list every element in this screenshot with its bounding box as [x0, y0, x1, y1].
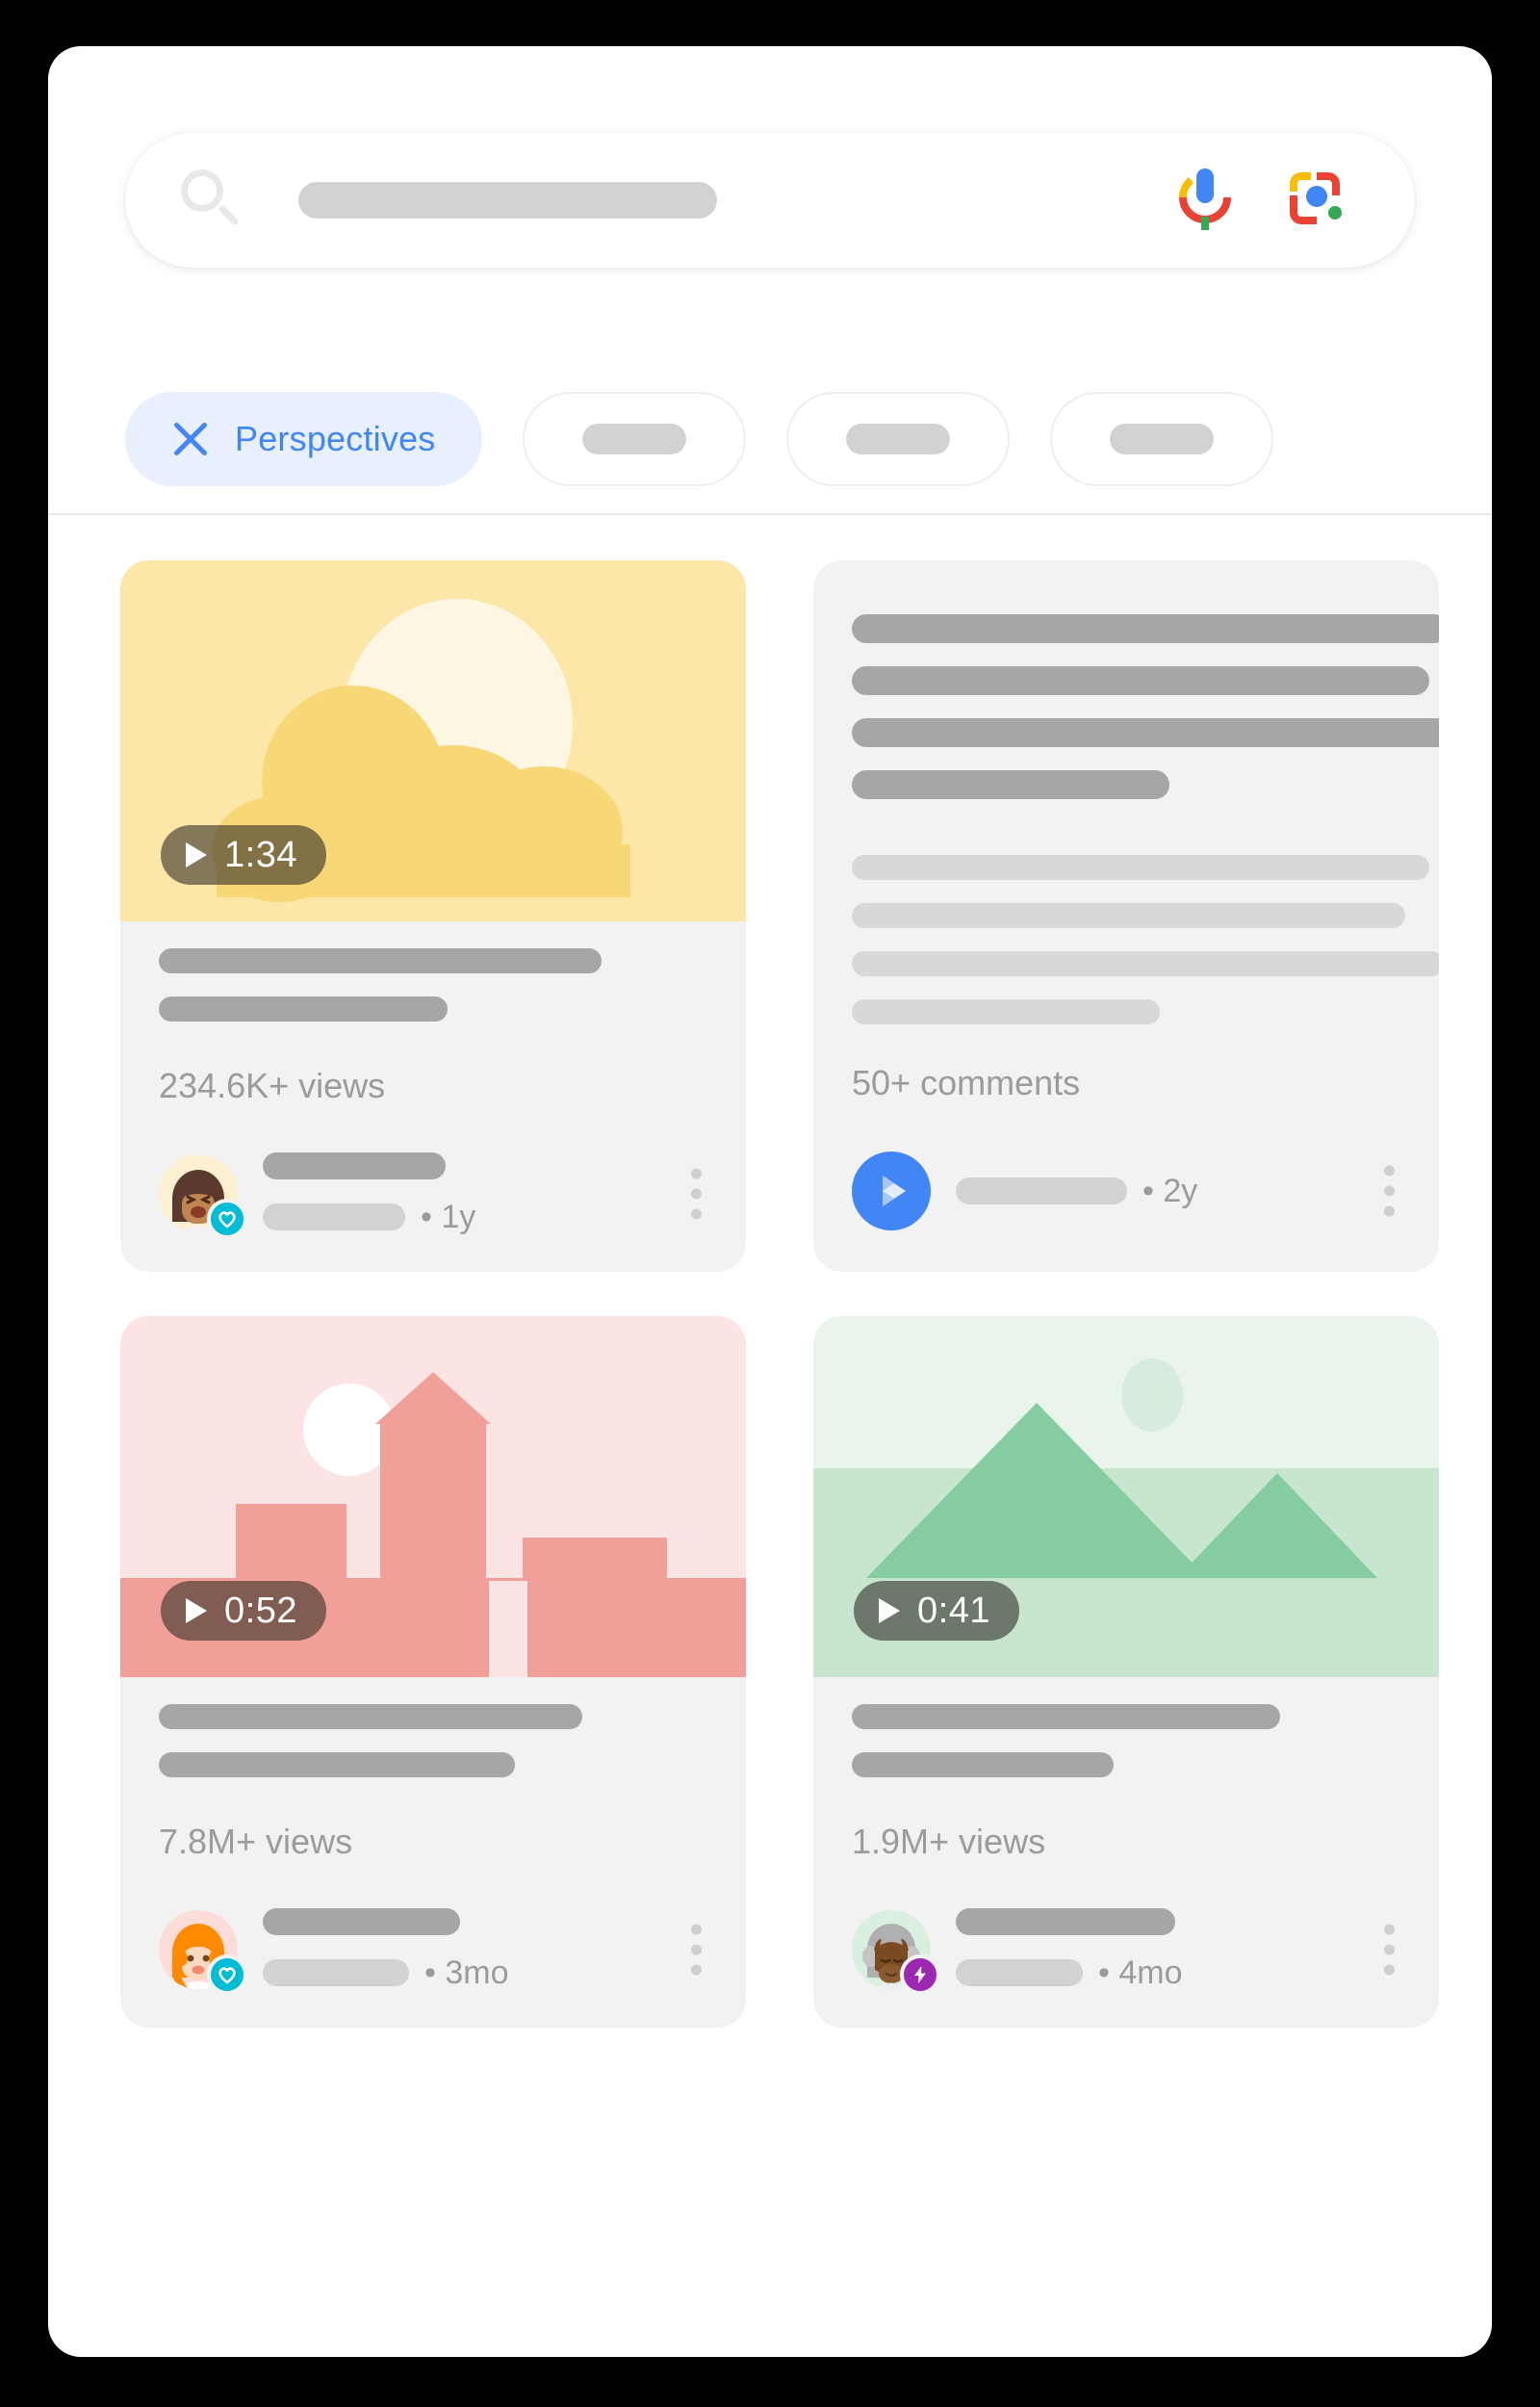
view-count: 234.6K+ views — [159, 1066, 386, 1105]
title-skeleton-line — [159, 1704, 582, 1729]
play-triangle-icon — [186, 1598, 207, 1623]
results-grid: 1:34 234.6K+ views • 1y 50+ comments • 2… — [120, 560, 1439, 2028]
title-skeleton-line — [159, 948, 602, 973]
card-body: 1.9M+ views • 4mo — [813, 1677, 1439, 2028]
play-triangle-icon — [879, 1598, 900, 1623]
avatar[interactable] — [159, 1154, 247, 1239]
video-thumbnail-sun-clouds[interactable]: 1:34 — [120, 560, 746, 921]
video-thumbnail-green-mountains[interactable]: 0:41 — [813, 1316, 1439, 1677]
video-duration-badge: 1:34 — [161, 825, 326, 885]
google-lens-icon[interactable] — [1288, 170, 1348, 230]
text-skeleton-line — [852, 855, 1429, 880]
video-duration-badge: 0:52 — [161, 1581, 326, 1641]
video-duration-text: 0:41 — [917, 1590, 990, 1631]
video-duration-text: 1:34 — [224, 834, 297, 875]
lightning-bolt-badge-icon — [900, 1954, 940, 1995]
card-body: 234.6K+ views • 1y — [120, 921, 746, 1272]
card-timestamp: • 3mo — [424, 1954, 509, 1991]
card-body: 7.8M+ views • 3mo — [120, 1677, 746, 2028]
author-info: • 1y — [263, 1152, 707, 1236]
result-card-video[interactable]: 1:34 234.6K+ views • 1y — [120, 560, 746, 1272]
title-skeleton-line — [852, 1752, 1114, 1777]
chip-perspectives-label: Perspectives — [235, 419, 436, 458]
source-info: • 2y — [956, 1173, 1400, 1210]
text-skeleton-line — [852, 666, 1429, 695]
card-footer: • 3mo — [159, 1906, 707, 1995]
card-footer: • 1y — [159, 1151, 707, 1239]
chip-placeholder-1[interactable] — [522, 392, 746, 486]
video-thumbnail-city-skyline[interactable]: 0:52 — [120, 1316, 746, 1677]
app-panel: Perspectives 1:34 234.6K+ views • 1y 50+… — [48, 46, 1492, 2357]
text-skeleton-line — [852, 614, 1439, 643]
result-card-discussion[interactable]: 50+ comments • 2y — [813, 560, 1439, 1272]
google-feed-play-icon[interactable] — [852, 1152, 931, 1230]
more-vertical-icon[interactable] — [690, 1924, 702, 1976]
more-vertical-icon[interactable] — [1383, 1165, 1395, 1217]
chip-placeholder-bar — [845, 424, 950, 454]
play-triangle-icon — [186, 842, 207, 867]
text-skeleton-line — [852, 718, 1439, 747]
card-timestamp: • 2y — [1142, 1172, 1198, 1209]
text-skeleton-line — [852, 770, 1169, 799]
author-name-skeleton — [956, 1907, 1175, 1935]
search-bar[interactable] — [125, 133, 1415, 268]
title-skeleton-line — [852, 1704, 1280, 1729]
search-bar-container[interactable] — [125, 133, 1415, 268]
search-input[interactable] — [298, 182, 717, 219]
card-footer: • 2y — [852, 1148, 1400, 1234]
author-name-skeleton — [263, 1907, 460, 1935]
header-divider — [48, 513, 1492, 515]
more-vertical-icon[interactable] — [690, 1168, 702, 1220]
author-info: • 3mo — [263, 1907, 707, 1992]
author-name-skeleton — [263, 1152, 446, 1179]
view-count: 7.8M+ views — [159, 1822, 353, 1861]
card-timestamp: • 4mo — [1098, 1954, 1183, 1991]
comment-count: 50+ comments — [852, 1063, 1081, 1102]
video-duration-badge: 0:41 — [854, 1581, 1019, 1641]
chip-placeholder-3[interactable] — [1049, 392, 1273, 486]
author-meta-skeleton — [956, 1959, 1083, 1986]
google-mic-icon[interactable] — [1178, 168, 1232, 232]
author-info: • 4mo — [956, 1907, 1400, 1992]
author-meta-skeleton — [263, 1204, 405, 1230]
chip-placeholder-2[interactable] — [785, 392, 1010, 486]
source-name-skeleton — [956, 1178, 1127, 1204]
chip-perspectives[interactable]: Perspectives — [125, 392, 482, 486]
chip-placeholder-bar — [581, 424, 686, 454]
heart-badge-icon — [207, 1199, 247, 1239]
avatar[interactable] — [852, 1910, 940, 1995]
text-skeleton-line — [852, 903, 1405, 928]
card-timestamp: • 1y — [421, 1198, 476, 1235]
card-footer: • 4mo — [852, 1906, 1400, 1995]
title-skeleton-line — [159, 996, 448, 1022]
filter-chips-row[interactable]: Perspectives — [125, 391, 1273, 487]
more-vertical-icon[interactable] — [1383, 1924, 1395, 1976]
search-icon — [175, 167, 243, 234]
chip-placeholder-bar — [1109, 424, 1214, 454]
title-skeleton-line — [159, 1752, 515, 1777]
text-skeleton-line — [852, 951, 1439, 976]
close-x-icon[interactable] — [171, 420, 210, 458]
avatar[interactable] — [159, 1910, 247, 1995]
author-meta-skeleton — [263, 1959, 409, 1986]
video-duration-text: 0:52 — [224, 1590, 297, 1631]
heart-badge-icon — [207, 1954, 247, 1995]
text-skeleton-line — [852, 999, 1160, 1024]
discussion-text-block: 50+ comments • 2y — [813, 560, 1439, 1269]
view-count: 1.9M+ views — [852, 1822, 1046, 1861]
result-card-video[interactable]: 0:41 1.9M+ views • 4mo — [813, 1316, 1439, 2028]
result-card-video[interactable]: 0:52 7.8M+ views • 3mo — [120, 1316, 746, 2028]
